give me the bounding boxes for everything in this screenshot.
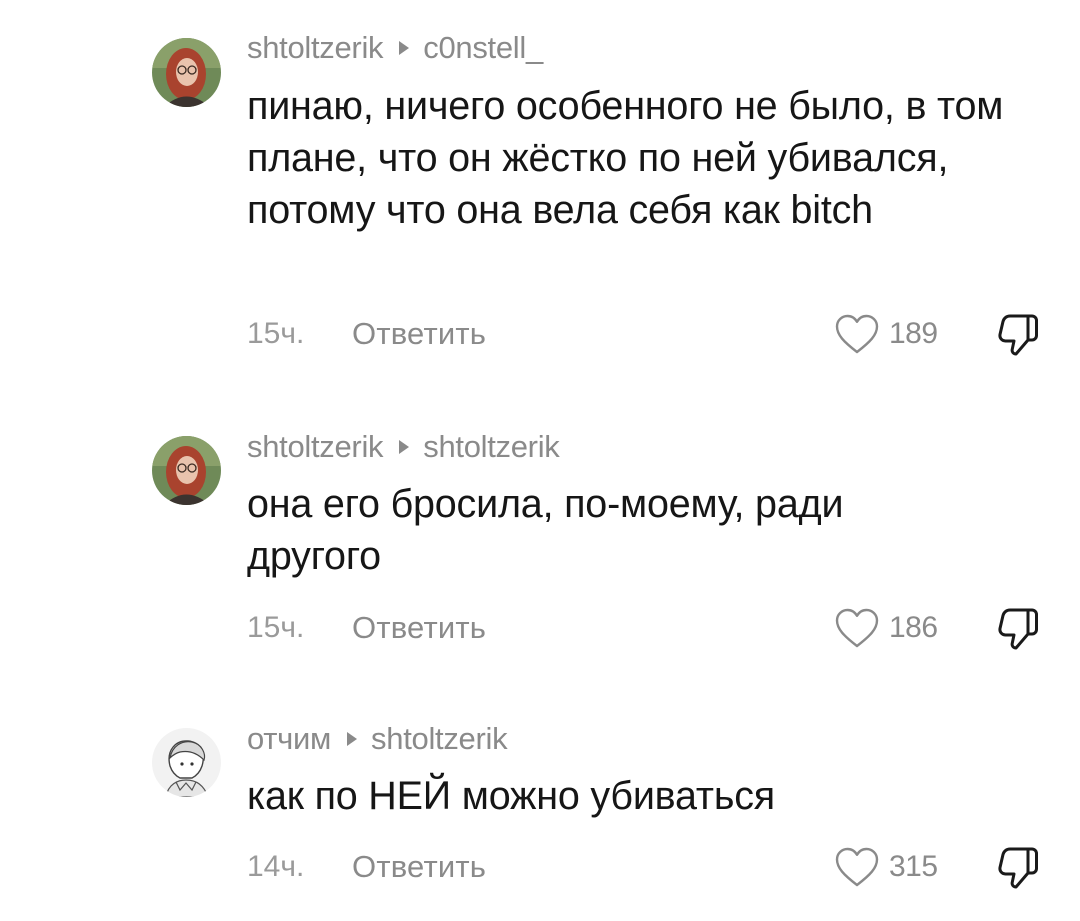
like-count: 315 — [889, 850, 938, 883]
avatar[interactable] — [152, 436, 221, 505]
reply-to-name[interactable]: shtoltzerik — [423, 429, 560, 464]
thumbs-down-outline-icon[interactable] — [994, 604, 1042, 652]
reply-arrow-icon — [347, 732, 358, 747]
avatar[interactable] — [152, 728, 221, 797]
comment-time: 15ч. — [247, 317, 305, 350]
heart-outline-icon[interactable] — [834, 846, 880, 888]
comment-meta: shtoltzerik c0nstell_ — [247, 30, 543, 66]
avatar[interactable] — [152, 38, 221, 107]
reply-button[interactable]: Ответить — [352, 316, 486, 352]
reply-to-name[interactable]: shtoltzerik — [371, 721, 508, 756]
author-name[interactable]: shtoltzerik — [247, 429, 384, 464]
heart-outline-icon[interactable] — [834, 607, 880, 649]
reply-arrow-icon — [399, 440, 410, 455]
comment-time: 15ч. — [247, 611, 305, 644]
comment-text: она его бросила, по-моему, ради другого — [247, 482, 844, 578]
reply-button[interactable]: Ответить — [352, 610, 486, 646]
reply-to-name[interactable]: c0nstell_ — [423, 30, 543, 65]
reply-button[interactable]: Ответить — [352, 849, 486, 885]
like-count: 189 — [889, 317, 938, 350]
comment-time: 14ч. — [247, 850, 305, 883]
heart-outline-icon[interactable] — [834, 313, 880, 355]
comment-text: как по НЕЙ можно убиваться — [247, 774, 775, 818]
author-name[interactable]: отчим — [247, 721, 331, 756]
comment-meta: shtoltzerik shtoltzerik — [247, 429, 560, 465]
thumbs-down-outline-icon[interactable] — [994, 843, 1042, 891]
reply-arrow-icon — [399, 41, 410, 56]
comment-meta: отчим shtoltzerik — [247, 721, 508, 757]
thumbs-down-outline-icon[interactable] — [994, 310, 1042, 358]
comment-text: пинаю, ничего особенного не было, в том … — [247, 84, 1004, 232]
like-count: 186 — [889, 611, 938, 644]
author-name[interactable]: shtoltzerik — [247, 30, 384, 65]
